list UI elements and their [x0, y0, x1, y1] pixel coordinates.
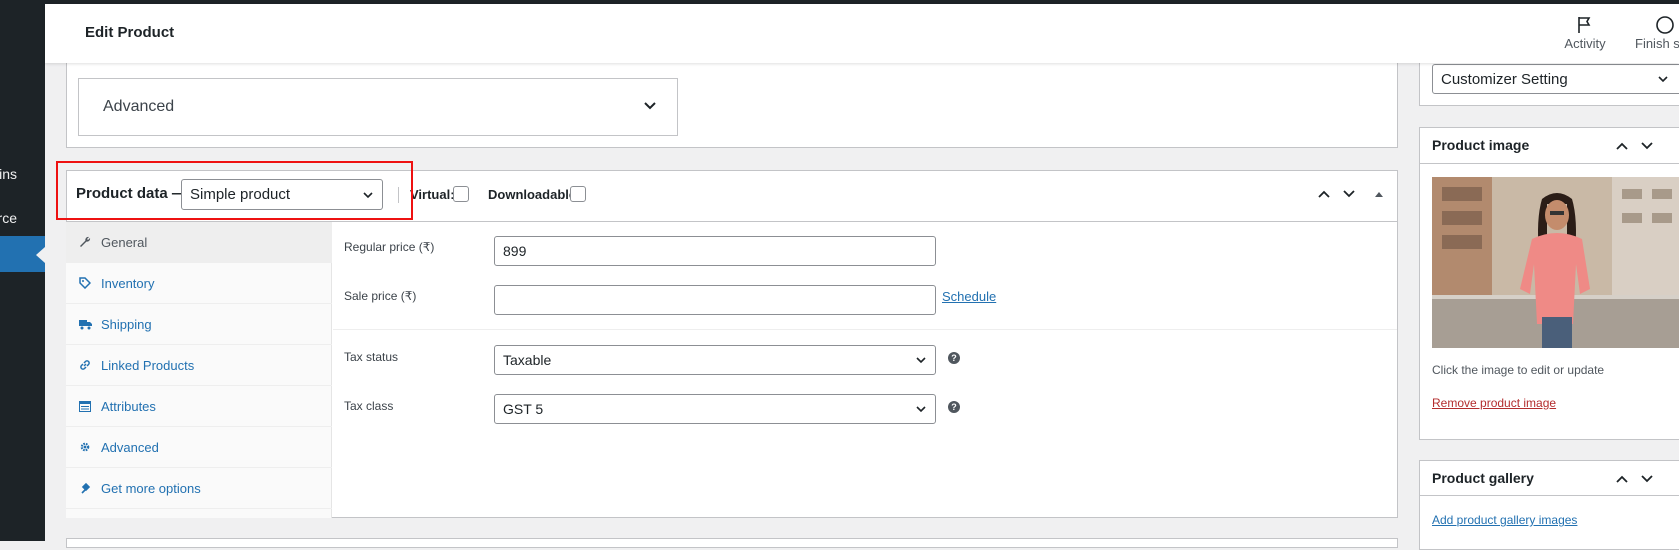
sidebar-active-arrow	[36, 247, 45, 263]
chevron-down-icon[interactable]	[1342, 189, 1356, 199]
product-image-title: Product image	[1432, 137, 1530, 153]
tax-class-value: GST 5	[503, 401, 544, 417]
admin-sidebar: ins rce	[0, 0, 45, 541]
divider	[333, 329, 1397, 330]
advanced-section-label: Advanced	[103, 98, 175, 115]
next-metabox	[66, 538, 1398, 548]
chevron-down-icon[interactable]	[1640, 474, 1654, 484]
tab-label: Advanced	[101, 439, 159, 455]
finish-setup-label: Finish s	[1635, 36, 1679, 51]
table-icon	[77, 400, 93, 412]
template-select[interactable]: Customizer Setting	[1432, 64, 1679, 94]
tab-label: Shipping	[101, 316, 152, 332]
tab-label: Inventory	[101, 275, 155, 291]
template-value: Customizer Setting	[1441, 70, 1568, 88]
chevron-up-icon[interactable]	[1615, 141, 1629, 151]
collapse-triangle-icon[interactable]	[1374, 190, 1384, 198]
tax-class-label: Tax class	[344, 399, 394, 413]
tab-label: General	[101, 234, 148, 250]
help-icon[interactable]: ?	[948, 352, 960, 364]
tab-inventory[interactable]: Inventory	[66, 263, 332, 304]
regular-price-label: Regular price (₹)	[344, 240, 435, 254]
sidebar-item-plugins[interactable]: ins	[0, 166, 45, 182]
chevron-down-icon	[916, 406, 926, 413]
divider	[1419, 495, 1679, 496]
chevron-down-icon	[644, 102, 656, 110]
advanced-section[interactable]: Advanced	[78, 78, 678, 136]
wrench-icon	[77, 236, 93, 248]
link-icon	[77, 359, 93, 371]
tax-status-value: Taxable	[503, 352, 552, 368]
tab-attributes[interactable]: Attributes	[66, 386, 332, 427]
tab-label: Get more options	[101, 480, 201, 496]
sidebar-item-woocommerce[interactable]: rce	[0, 210, 45, 226]
tax-class-select[interactable]: GST 5	[494, 394, 936, 424]
product-image[interactable]	[1432, 177, 1679, 348]
tab-linked-products[interactable]: Linked Products	[66, 345, 332, 386]
remove-image-link[interactable]: Remove product image	[1432, 396, 1556, 410]
divider	[1419, 163, 1679, 164]
tab-label: Attributes	[101, 398, 156, 414]
tax-status-select[interactable]: Taxable	[494, 345, 936, 375]
tab-general[interactable]: General	[66, 222, 332, 263]
tab-shipping[interactable]: Shipping	[66, 304, 332, 345]
highlight-annotation	[56, 161, 413, 220]
product-data-tabs: General Inventory Shipping Linked Produc…	[66, 222, 332, 518]
product-gallery-title: Product gallery	[1432, 470, 1534, 486]
chevron-up-icon[interactable]	[1615, 474, 1629, 484]
schedule-link[interactable]: Schedule	[942, 289, 996, 304]
sale-price-input[interactable]	[494, 285, 936, 315]
progress-circle-icon	[1635, 14, 1679, 36]
page-header: Edit Product Activity Finish s	[45, 4, 1679, 63]
downloadable-label: Downloadable:	[488, 187, 581, 202]
virtual-label: Virtual:	[410, 187, 455, 202]
regular-price-input[interactable]: 899	[494, 236, 936, 266]
sidebar-item-label: rce	[0, 210, 17, 226]
gear-icon	[77, 441, 93, 453]
chevron-down-icon	[916, 357, 926, 364]
add-gallery-link[interactable]: Add product gallery images	[1432, 513, 1577, 527]
flag-icon	[1555, 14, 1615, 36]
virtual-checkbox[interactable]	[453, 186, 469, 202]
tab-advanced[interactable]: Advanced	[66, 427, 332, 468]
regular-price-value: 899	[503, 243, 527, 259]
downloadable-checkbox[interactable]	[570, 186, 586, 202]
chevron-down-icon[interactable]	[1640, 141, 1654, 151]
chevron-up-icon[interactable]	[1317, 189, 1331, 199]
plugin-icon	[77, 482, 93, 494]
chevron-down-icon	[1658, 76, 1668, 83]
tab-get-more-options[interactable]: Get more options	[66, 468, 332, 509]
tax-status-label: Tax status	[344, 350, 399, 364]
sale-price-label: Sale price (₹)	[344, 289, 417, 303]
sidebar-item-label: ins	[0, 166, 17, 182]
truck-icon	[77, 319, 93, 330]
activity-button[interactable]: Activity	[1555, 14, 1615, 51]
help-icon[interactable]: ?	[948, 401, 960, 413]
finish-setup-button[interactable]: Finish s	[1635, 14, 1679, 51]
activity-label: Activity	[1564, 36, 1606, 51]
tag-icon	[77, 277, 93, 289]
page-title: Edit Product	[85, 24, 175, 41]
tab-label: Linked Products	[101, 357, 195, 373]
image-hint: Click the image to edit or update	[1432, 363, 1605, 377]
